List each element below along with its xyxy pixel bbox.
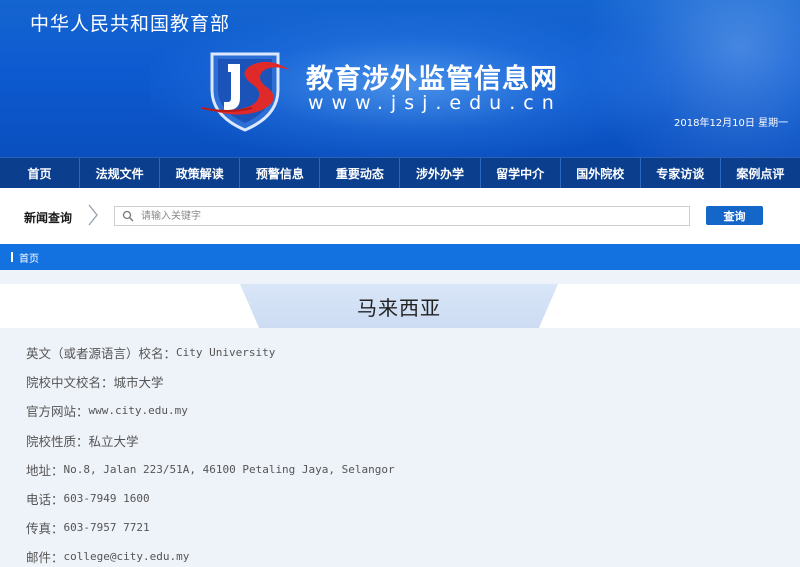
info-row-type: 院校性质： 私立大学 xyxy=(26,426,395,455)
info-key: 邮件： xyxy=(26,550,64,566)
info-key: 传真： xyxy=(26,521,64,537)
site-banner: 中华人民共和国教育部 教育涉外监管信息网 www.jsj.edu.cn 2018… xyxy=(0,0,800,157)
main-nav: 首页 法规文件 政策解读 预警信息 重要动态 涉外办学 留学中介 国外院校 专家… xyxy=(0,157,800,188)
info-key: 电话： xyxy=(26,492,64,508)
chevron-right-icon xyxy=(88,204,98,226)
heading-band: 马来西亚 xyxy=(0,284,800,328)
news-search-label: 新闻查询 xyxy=(24,211,73,225)
site-logo-icon[interactable] xyxy=(198,50,298,132)
institution-detail: 马来西亚 英文（或者源语言）校名： City University 院校中文校名… xyxy=(0,270,800,567)
info-value: No.8, Jalan 223/51A, 46100 Petaling Jaya… xyxy=(63,462,395,476)
info-key: 英文（或者源语言）校名： xyxy=(26,346,177,362)
info-row-website: 官方网站： www.city.edu.my xyxy=(26,396,395,425)
site-title[interactable]: 教育涉外监管信息网 xyxy=(306,57,558,96)
info-key: 院校性质： xyxy=(26,433,89,449)
breadcrumb-home-link[interactable]: 首页 xyxy=(19,250,39,265)
news-search-bar: 新闻查询 查询 xyxy=(0,188,800,244)
info-value: 私立大学 xyxy=(88,433,139,449)
nav-item-warnings[interactable]: 预警信息 xyxy=(240,158,321,188)
info-value: 603-7949 1600 xyxy=(63,492,150,506)
info-row-address: 地址： No.8, Jalan 223/51A, 46100 Petaling … xyxy=(26,455,395,484)
info-value: 603-7957 7721 xyxy=(63,521,150,535)
banner-globe-decoration xyxy=(560,0,800,157)
nav-item-regulations[interactable]: 法规文件 xyxy=(80,158,161,188)
website-link[interactable]: www.city.edu.my xyxy=(89,404,188,417)
search-button[interactable]: 查询 xyxy=(706,206,763,225)
current-date: 2018年12月10日 星期一 xyxy=(674,118,789,129)
breadcrumb: 首页 xyxy=(0,244,800,270)
info-row-fax: 传真： 603-7957 7721 xyxy=(26,513,395,542)
country-heading: 马来西亚 xyxy=(357,295,441,320)
site-domain: www.jsj.edu.cn xyxy=(308,92,562,114)
email-link[interactable]: college@city.edu.my xyxy=(64,550,190,563)
search-icon xyxy=(115,207,141,225)
ministry-name[interactable]: 中华人民共和国教育部 xyxy=(30,9,230,36)
info-row-email: 邮件： college@city.edu.my xyxy=(26,542,395,567)
nav-item-news[interactable]: 重要动态 xyxy=(320,158,401,188)
nav-item-foreign-schools-programs[interactable]: 涉外办学 xyxy=(400,158,481,188)
info-row-english-name: 英文（或者源语言）校名： City University xyxy=(26,338,395,367)
country-heading-tab: 马来西亚 xyxy=(240,284,558,328)
institution-info-list: 英文（或者源语言）校名： City University 院校中文校名： 城市大… xyxy=(26,338,395,567)
info-value: City University xyxy=(176,346,276,360)
nav-item-case-reviews[interactable]: 案例点评 xyxy=(721,158,800,188)
info-row-chinese-name: 院校中文校名： 城市大学 xyxy=(26,367,395,396)
info-key: 地址： xyxy=(26,462,64,478)
search-input[interactable] xyxy=(141,207,689,225)
info-key: 官方网站： xyxy=(26,404,89,420)
nav-item-foreign-institutions[interactable]: 国外院校 xyxy=(561,158,641,188)
nav-item-expert-interviews[interactable]: 专家访谈 xyxy=(641,158,721,188)
info-value: 城市大学 xyxy=(113,375,164,391)
info-key: 院校中文校名： xyxy=(26,375,114,391)
info-row-phone: 电话： 603-7949 1600 xyxy=(26,484,395,513)
nav-item-home[interactable]: 首页 xyxy=(0,158,81,188)
search-input-box xyxy=(114,206,690,226)
nav-item-policy[interactable]: 政策解读 xyxy=(160,158,241,188)
nav-item-study-agencies[interactable]: 留学中介 xyxy=(481,158,561,188)
breadcrumb-marker xyxy=(11,252,13,262)
